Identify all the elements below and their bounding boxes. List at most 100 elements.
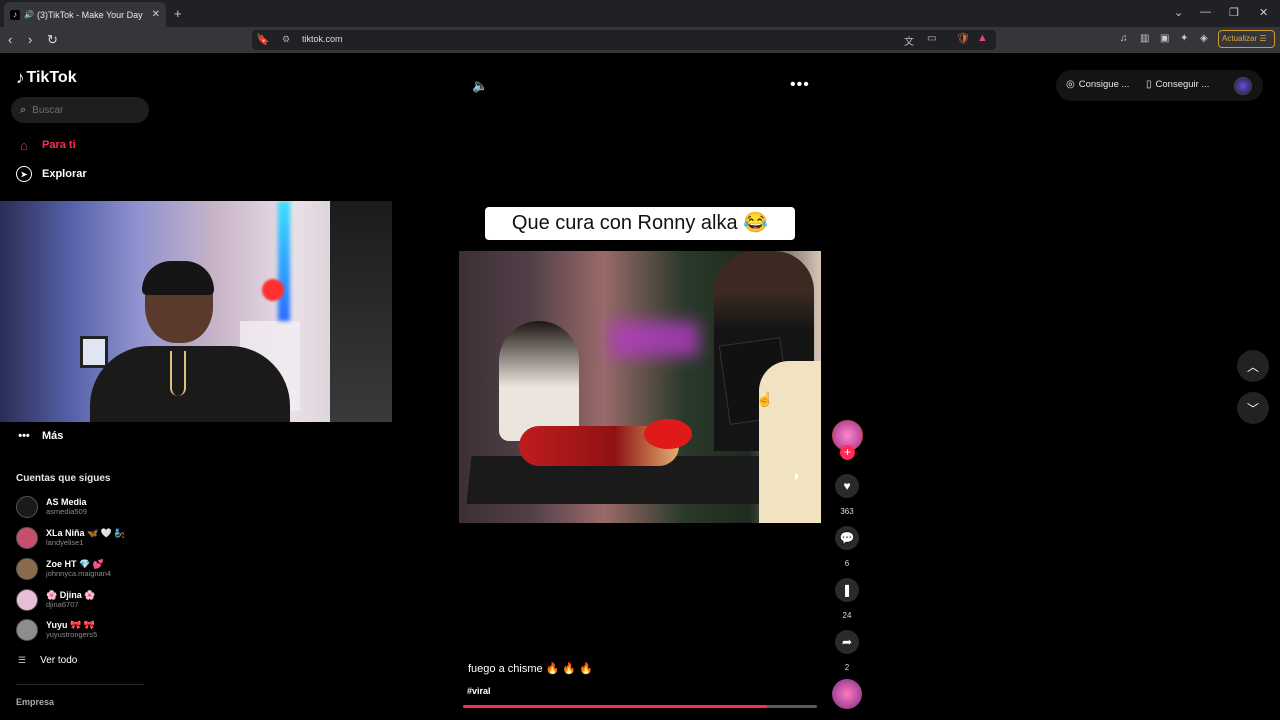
- account-name: Zoe HT 💎 💕: [46, 559, 104, 569]
- nav-more-label: Más: [42, 430, 64, 442]
- search-icon: ⌕: [20, 103, 27, 116]
- company-heading[interactable]: Empresa: [16, 697, 54, 707]
- close-window-icon[interactable]: ✕: [1259, 6, 1268, 19]
- tiktok-logo[interactable]: ♪ TikTok: [16, 68, 77, 88]
- red-bow: [644, 419, 692, 449]
- phone-icon: ▯: [1146, 79, 1152, 90]
- following-account[interactable]: XLa Niña 🦋 🤍 🧞 landyelise1: [16, 525, 156, 551]
- following-account[interactable]: 🌸 Djina 🌸 djina6707: [16, 587, 156, 613]
- address-bar[interactable]: 🔖 ⚙ tiktok.com 文 ▭ 🛡 ▲: [252, 30, 996, 50]
- account-handle: asmedia509: [46, 507, 87, 516]
- new-tab-button[interactable]: +: [174, 6, 182, 21]
- chevron-down-icon: ﹀: [1246, 401, 1259, 416]
- nav-explore-label: Explorar: [42, 168, 87, 180]
- share-icon: ➦: [841, 635, 853, 649]
- red-lamp: [262, 279, 284, 301]
- nav-more[interactable]: ••• Más: [16, 430, 63, 442]
- maximize-icon[interactable]: ❐: [1229, 6, 1239, 19]
- forward-icon[interactable]: ›: [28, 32, 32, 47]
- picture-frame: [80, 336, 108, 368]
- hashtag-link[interactable]: #viral: [467, 686, 491, 696]
- profile-avatar[interactable]: [1234, 77, 1252, 95]
- tab-audio-icon[interactable]: 🔊: [24, 10, 34, 19]
- minimize-icon[interactable]: —: [1200, 6, 1211, 18]
- mouse-cursor-icon: ☝: [756, 391, 774, 407]
- see-all-link[interactable]: ☰ Ver todo: [18, 655, 77, 666]
- url-text[interactable]: tiktok.com: [302, 34, 343, 44]
- like-count: 363: [840, 507, 854, 516]
- following-account[interactable]: AS Media asmedia509: [16, 494, 156, 520]
- following-account[interactable]: Zoe HT 💎 💕 johnnyca.maignan4: [16, 556, 156, 582]
- browser-tab-bar: ♪ 🔊 (3)TikTok - Make Your Day ✕ + ⌄ — ❐ …: [0, 0, 1280, 27]
- share-button[interactable]: ➦: [835, 630, 859, 654]
- update-label: Actualizar: [1222, 34, 1258, 43]
- compass-icon: ➤: [16, 166, 32, 182]
- follow-plus-icon[interactable]: +: [840, 445, 855, 460]
- bookmark-icon: ❚: [841, 583, 853, 597]
- divider: [16, 684, 144, 685]
- avatar: [16, 527, 38, 549]
- like-button[interactable]: ♥: [835, 474, 859, 498]
- tab-list-icon[interactable]: ⌄: [1174, 6, 1183, 19]
- tiktok-note-icon: ♪: [16, 68, 25, 87]
- site-info-icon[interactable]: ⚙: [282, 34, 290, 45]
- list-icon: ☰: [18, 655, 27, 665]
- comment-icon: 💬: [839, 531, 855, 545]
- bookmark-icon[interactable]: 🔖: [256, 33, 270, 46]
- tab-close-icon[interactable]: ✕: [152, 9, 160, 20]
- nav-for-you[interactable]: ⌂ Para ti: [16, 137, 76, 153]
- nav-explore[interactable]: ➤ Explorar: [16, 166, 87, 182]
- more-dots-icon: •••: [18, 430, 30, 442]
- account-handle: landyelise1: [46, 538, 84, 547]
- get-coins-button[interactable]: ◎ Consigue ...: [1066, 79, 1129, 90]
- update-button[interactable]: Actualizar ☰: [1218, 30, 1275, 48]
- get-app-label: Conseguir ...: [1155, 79, 1210, 90]
- account-name: XLa Niña 🦋 🤍 🧞: [46, 528, 126, 538]
- browser-nav-bar: ‹ › ↻ 🔖 ⚙ tiktok.com 文 ▭ 🛡 ▲ ♫ ▥ ▣ ✦ ◈ A…: [0, 27, 1280, 53]
- sidebar-toggle-icon[interactable]: ▥: [1140, 33, 1149, 44]
- webcam-overlay: [0, 201, 392, 422]
- video-progress-bar[interactable]: [463, 705, 817, 708]
- logo-text: TikTok: [26, 69, 77, 86]
- previous-video-button[interactable]: ︿: [1237, 350, 1269, 382]
- translate-icon[interactable]: 文: [904, 33, 914, 48]
- menu-icon: ☰: [1259, 34, 1267, 43]
- brave-shield-icon[interactable]: 🛡: [956, 32, 970, 45]
- get-app-button[interactable]: ▯ Conseguir ...: [1146, 79, 1209, 90]
- browser-tab[interactable]: ♪ 🔊 (3)TikTok - Make Your Day ✕: [4, 2, 166, 27]
- more-options-icon[interactable]: •••: [790, 76, 810, 94]
- account-handle: yuyustrongers5: [46, 630, 98, 639]
- comment-count: 6: [844, 559, 850, 568]
- wallet-icon[interactable]: ▣: [1160, 33, 1169, 44]
- video-player[interactable]: ◗: [459, 251, 821, 523]
- reload-icon[interactable]: ↻: [47, 32, 58, 48]
- watermark-logo: ◗: [792, 468, 802, 485]
- media-icon[interactable]: ♫: [1120, 33, 1128, 44]
- volume-icon[interactable]: 🔈: [472, 78, 488, 94]
- search-placeholder: Buscar: [32, 104, 64, 116]
- avatar: [16, 589, 38, 611]
- tiktok-favicon-icon: ♪: [10, 9, 20, 20]
- home-icon: ⌂: [20, 137, 28, 153]
- comment-button[interactable]: 💬: [835, 526, 859, 550]
- cast-icon[interactable]: ▭: [927, 33, 936, 44]
- back-icon[interactable]: ‹: [8, 32, 12, 47]
- next-video-button[interactable]: ﹀: [1237, 392, 1269, 424]
- search-input[interactable]: ⌕ Buscar: [11, 97, 149, 123]
- avatar: [16, 496, 38, 518]
- save-button[interactable]: ❚: [835, 578, 859, 602]
- music-disc[interactable]: [832, 679, 862, 709]
- top-right-actions: ◎ Consigue ... ▯ Conseguir ...: [1056, 70, 1263, 101]
- chevron-up-icon: ︿: [1246, 359, 1259, 374]
- nav-for-you-label: Para ti: [42, 139, 76, 151]
- following-account[interactable]: Yuyu 🎀 🎀 yuyustrongers5: [16, 617, 156, 643]
- leo-ai-icon[interactable]: ✦: [1180, 33, 1188, 44]
- avatar: [16, 619, 38, 641]
- streamer-durag: [142, 261, 214, 295]
- video-progress-fill: [463, 705, 768, 708]
- vpn-icon[interactable]: ◈: [1200, 33, 1208, 44]
- account-name: Yuyu 🎀 🎀: [46, 620, 95, 630]
- coin-icon: ◎: [1066, 79, 1075, 90]
- streamer-chain: [170, 351, 186, 396]
- brave-rewards-icon[interactable]: ▲: [977, 32, 988, 44]
